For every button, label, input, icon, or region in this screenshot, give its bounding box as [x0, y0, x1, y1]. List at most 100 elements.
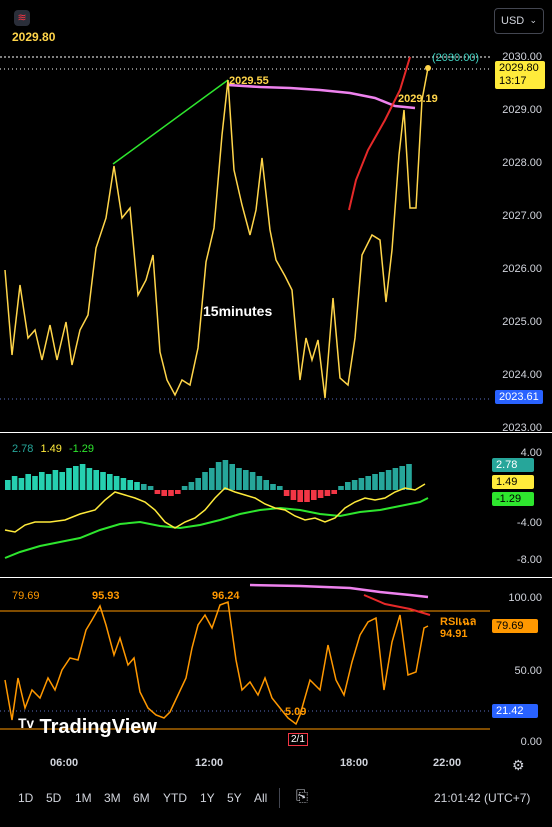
countdown-value: 13:17: [499, 75, 527, 87]
annotation-recent: 2029.19: [398, 93, 438, 105]
low-price-tag: 2023.61: [495, 390, 543, 404]
macd-hist-bar: [379, 472, 385, 490]
rsi-value-tag: 79.69: [492, 619, 538, 633]
macd-hist-bar: [338, 486, 344, 490]
rsi-label: RSIเฉล: [440, 616, 477, 628]
macd-hist-bar: [52, 470, 59, 490]
macd-hist-bar: [59, 472, 65, 490]
macd-hist-bar: [5, 480, 11, 490]
macd-hist-bar: [73, 466, 79, 490]
macd-chart[interactable]: [0, 440, 552, 575]
current-price-value: 2029.80: [499, 62, 539, 74]
rsi-peak-2: 96.24: [212, 590, 240, 602]
macd-hist-bar: [209, 468, 215, 490]
range-1y[interactable]: 1Y: [200, 791, 215, 805]
chevron-down-icon: ⌄: [529, 15, 537, 25]
rsi-tick: 100.00: [508, 592, 542, 604]
range-6m[interactable]: 6M: [133, 791, 150, 805]
macd-hist-bar: [277, 486, 283, 490]
rsi-ma-pink: [249, 583, 429, 599]
macd-hist-bar: [229, 464, 235, 490]
rsi-label-block: RSIเฉล 94.91: [440, 616, 476, 640]
macd-hist-bar: [147, 486, 154, 490]
macd-hist-bar: [222, 460, 229, 490]
macd-hist-bar: [175, 490, 181, 494]
currency-selector[interactable]: USD ⌄: [494, 8, 544, 34]
tradingview-watermark[interactable]: ᵀᵛ TradingView: [18, 716, 157, 739]
macd-hist-bar: [25, 474, 31, 490]
calendar-range-icon[interactable]: ⎘: [296, 788, 308, 805]
macd-signal-line: [4, 497, 429, 559]
macd-hist-bar: [100, 472, 106, 490]
price-tick: 2024.00: [502, 369, 542, 381]
price-tick: 2027.00: [502, 210, 542, 222]
gear-icon[interactable]: ⚙: [512, 757, 525, 774]
macd-hist-bar: [297, 490, 303, 502]
macd-hist-bar: [86, 468, 93, 490]
target-label: (2030.00): [432, 52, 480, 64]
range-3m[interactable]: 3M: [104, 791, 121, 805]
macd-hist-bar: [351, 480, 358, 490]
macd-hist-bar: [168, 490, 174, 496]
macd-tick: -8.00: [516, 554, 542, 566]
range-5d[interactable]: 5D: [46, 791, 61, 805]
rsi-peak-1: 95.93: [92, 590, 120, 602]
macd-hist-bar: [18, 478, 25, 490]
current-price-tag: 2029.80 13:17: [495, 61, 545, 89]
macd-hist-bar: [113, 476, 120, 490]
macd-hist-bar: [365, 476, 371, 490]
pane-divider[interactable]: [0, 577, 552, 578]
macd-tag-1: 2.78: [492, 458, 534, 472]
pane-divider[interactable]: [0, 432, 552, 433]
date-marker[interactable]: 2/1: [288, 733, 308, 746]
last-point-marker: [425, 65, 431, 71]
macd-hist-bar: [202, 472, 208, 490]
macd-hist-bar: [134, 482, 140, 490]
macd-hist-bar: [317, 490, 324, 498]
macd-tag-3: -1.29: [492, 492, 534, 506]
macd-hist-bar: [107, 474, 113, 490]
time-tick: 12:00: [195, 757, 224, 769]
price-line: [4, 67, 429, 399]
macd-hist-bar: [324, 490, 331, 496]
macd-hist-bar: [263, 480, 269, 490]
watermark-text: TradingView: [39, 716, 157, 738]
macd-histogram: [5, 460, 412, 502]
macd-hist-bar: [236, 468, 242, 490]
rsi-label-value: 94.91: [440, 628, 468, 640]
toolbar-divider: [279, 788, 280, 808]
macd-hist-bar: [32, 476, 38, 490]
price-chart[interactable]: [0, 40, 552, 432]
macd-hist-bar: [283, 490, 290, 496]
macd-hist-bar: [345, 482, 351, 490]
price-tick: 2028.00: [502, 157, 542, 169]
macd-tick: -4.00: [516, 517, 542, 529]
macd-tag-2: 1.49: [492, 475, 534, 489]
range-1m[interactable]: 1M: [75, 791, 92, 805]
macd-hist-bar: [270, 484, 276, 490]
rsi-trough: 5.09: [285, 706, 307, 718]
range-all[interactable]: All: [254, 791, 267, 805]
rsi-red-line: [363, 594, 431, 616]
range-5y[interactable]: 5Y: [227, 791, 242, 805]
macd-hist-bar: [195, 478, 201, 490]
macd-hist-bar: [45, 474, 52, 490]
macd-hist-bar: [358, 478, 365, 490]
rsi-lower-tag: 21.42: [492, 704, 538, 718]
range-1d[interactable]: 1D: [18, 791, 33, 805]
macd-hist-bar: [141, 484, 147, 490]
macd-hist-bar: [127, 480, 133, 490]
timeframe-note: 15minutes: [203, 303, 273, 319]
range-ytd[interactable]: YTD: [163, 791, 187, 805]
macd-hist-bar: [290, 490, 297, 500]
macd-hist-bar: [385, 470, 392, 490]
chart-logo-icon[interactable]: ≋: [14, 10, 30, 26]
macd-hist-bar: [161, 490, 167, 496]
macd-hist-bar: [120, 478, 127, 490]
time-tick: 18:00: [340, 757, 369, 769]
macd-hist-bar: [392, 468, 399, 490]
clock-readout[interactable]: 21:01:42 (UTC+7): [434, 791, 530, 805]
macd-hist-bar: [399, 466, 405, 490]
macd-hist-bar: [331, 490, 337, 494]
price-tick: 2026.00: [502, 263, 542, 275]
